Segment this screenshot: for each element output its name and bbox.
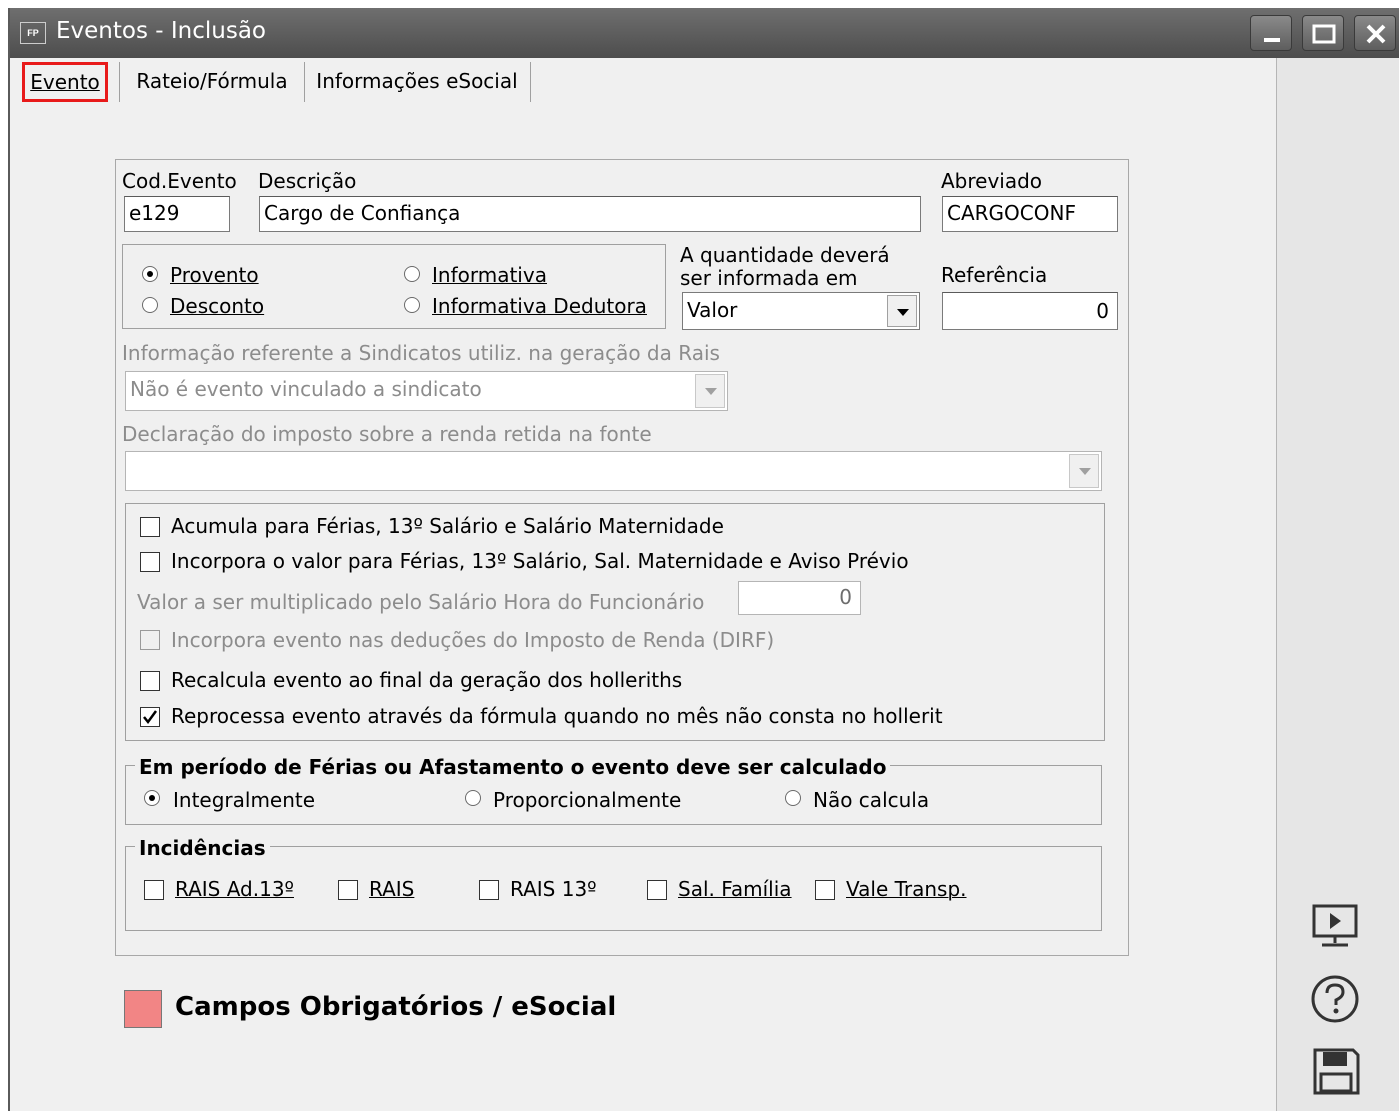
incorpora-dirf-label: Incorpora evento nas deduções do Imposto…: [171, 628, 775, 652]
incorpora-valor-label: Incorpora o valor para Férias, 13º Salár…: [171, 549, 909, 573]
tab-separator: [530, 62, 531, 102]
informativa-dedutora-radio[interactable]: [404, 297, 420, 313]
cod-evento-field[interactable]: e129: [124, 196, 230, 232]
save-icon[interactable]: [1311, 1046, 1361, 1101]
tab-separator: [304, 62, 305, 102]
app-icon: FP: [20, 22, 46, 44]
rais-ad13-label: RAIS Ad.13º: [175, 877, 294, 901]
incorpora-valor-checkbox[interactable]: [140, 552, 160, 572]
rais-ad13-label-text: RAIS Ad.13º: [175, 877, 294, 901]
sindicatos-label: Informação referente a Sindicatos utiliz…: [122, 341, 720, 365]
sindicatos-select[interactable]: Não é evento vinculado a sindicato: [125, 371, 728, 411]
multiplicador-label: Valor a ser multiplicado pelo Salário Ho…: [137, 590, 705, 614]
provento-radio[interactable]: [142, 266, 158, 282]
acumula-ferias-checkbox[interactable]: [140, 517, 160, 537]
quantidade-label-line1: A quantidade deverá: [680, 243, 890, 267]
sindicatos-dropdown-button[interactable]: [695, 374, 725, 408]
maximize-button[interactable]: [1302, 15, 1344, 51]
window-title: Eventos - Inclusão: [56, 18, 266, 44]
required-fields-label: Campos Obrigatórios / eSocial: [175, 992, 617, 1022]
referencia-field[interactable]: 0: [942, 292, 1118, 330]
nao-calcula-label: Não calcula: [813, 788, 930, 812]
rais-13-label: RAIS 13º: [510, 877, 597, 901]
nao-calcula-radio[interactable]: [785, 790, 801, 806]
ferias-group-title: Em período de Férias ou Afastamento o ev…: [135, 755, 891, 779]
minimize-icon: [1264, 38, 1280, 42]
incidencias-group-title: Incidências: [135, 836, 270, 860]
dirf-select[interactable]: [125, 451, 1102, 491]
tab-evento[interactable]: Evento: [22, 62, 108, 102]
informativa-label: Informativa: [432, 263, 547, 287]
informativa-radio[interactable]: [404, 266, 420, 282]
vale-transp-checkbox[interactable]: [815, 880, 835, 900]
quantidade-select[interactable]: Valor: [682, 292, 920, 330]
proporcionalmente-label: Proporcionalmente: [493, 788, 682, 812]
proporcionalmente-radio[interactable]: [465, 790, 481, 806]
integralmente-label: Integralmente: [173, 788, 316, 812]
dirf-dropdown-button[interactable]: [1069, 454, 1099, 488]
required-fields-swatch: [124, 990, 162, 1028]
rais-label-text: RAIS: [369, 877, 415, 901]
quantidade-value: Valor: [687, 298, 738, 322]
informativa-label-text: Informativa: [432, 263, 547, 287]
sindicatos-value: Não é evento vinculado a sindicato: [130, 377, 482, 401]
rais-checkbox[interactable]: [338, 880, 358, 900]
informativa-dedutora-label-text: Informativa Dedutora: [432, 294, 647, 318]
minimize-button[interactable]: [1250, 15, 1292, 51]
close-button[interactable]: [1354, 15, 1396, 51]
vale-transp-label: Vale Transp.: [846, 877, 967, 901]
desconto-label-text: Desconto: [170, 294, 265, 318]
chevron-down-icon: [1079, 468, 1091, 475]
informativa-dedutora-label: Informativa Dedutora: [432, 294, 647, 318]
rais-13-checkbox[interactable]: [479, 880, 499, 900]
descricao-field[interactable]: Cargo de Confiança: [259, 196, 921, 232]
tab-separator: [119, 62, 120, 102]
recalcula-evento-label: Recalcula evento ao final da geração dos…: [171, 668, 683, 692]
title-bar: FP Eventos - Inclusão: [10, 8, 1399, 58]
tab-rateio-formula[interactable]: Rateio/Fórmula: [124, 62, 300, 102]
recalcula-evento-checkbox[interactable]: [140, 671, 160, 691]
descricao-label: Descrição: [258, 169, 357, 193]
abreviado-label: Abreviado: [941, 169, 1043, 193]
abreviado-field[interactable]: CARGOCONF: [942, 196, 1118, 232]
rais-label: RAIS: [369, 877, 414, 901]
desconto-radio[interactable]: [142, 297, 158, 313]
integralmente-radio[interactable]: [144, 790, 160, 806]
cod-evento-label: Cod.Evento: [122, 169, 237, 193]
reprocessa-evento-label: Reprocessa evento através da fórmula qua…: [171, 704, 943, 728]
desconto-label: Desconto: [170, 294, 264, 318]
maximize-icon: [1312, 24, 1336, 44]
close-icon: [1366, 24, 1386, 44]
vale-transp-label-text: Vale Transp.: [846, 877, 967, 901]
quantidade-dropdown-button[interactable]: [887, 295, 917, 327]
sal-familia-checkbox[interactable]: [647, 880, 667, 900]
dirf-label: Declaração do imposto sobre a renda reti…: [122, 422, 652, 446]
reprocessa-evento-checkbox[interactable]: [140, 707, 160, 727]
provento-label-text: Provento: [170, 263, 259, 287]
incorpora-dirf-checkbox[interactable]: [140, 630, 160, 650]
help-icon[interactable]: [1310, 974, 1360, 1029]
sal-familia-label-text: Sal. Família: [678, 877, 792, 901]
chevron-down-icon: [897, 309, 909, 316]
provento-label: Provento: [170, 263, 259, 287]
quantidade-label-line2: ser informada em: [680, 266, 858, 290]
referencia-label: Referência: [941, 263, 1048, 287]
rais-ad13-checkbox[interactable]: [144, 880, 164, 900]
chevron-down-icon: [705, 388, 717, 395]
presentation-icon[interactable]: [1310, 902, 1360, 955]
checkmark-icon: [143, 710, 158, 725]
multiplicador-field[interactable]: 0: [738, 581, 861, 615]
acumula-ferias-label: Acumula para Férias, 13º Salário e Salár…: [171, 514, 724, 538]
tab-informacoes-esocial[interactable]: Informações eSocial: [308, 62, 526, 102]
sal-familia-label: Sal. Família: [678, 877, 792, 901]
